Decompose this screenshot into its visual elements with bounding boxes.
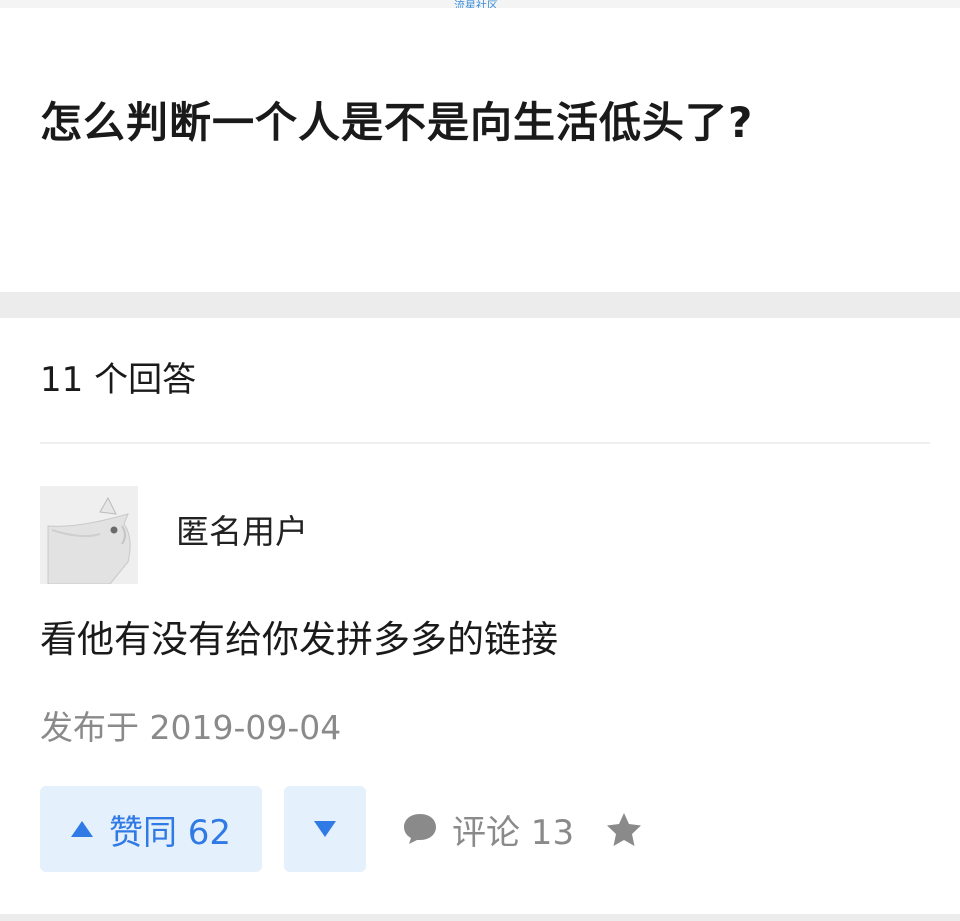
avatar[interactable] xyxy=(40,486,138,584)
answer-content: 看他有没有给你发拼多多的链接 xyxy=(40,618,558,661)
question-title: 怎么判断一个人是不是向生活低头了? xyxy=(40,98,754,147)
section-gap xyxy=(0,292,960,318)
answer-count: 11 个回答 xyxy=(40,360,197,400)
publish-date: 发布于 2019-09-04 xyxy=(40,708,342,747)
downvote-button[interactable] xyxy=(284,786,366,872)
anonymous-avatar-icon xyxy=(40,486,138,584)
answers-card: 11 个回答 匿名用户 看他有没有给你发拼多多的链接 发布于 2019-09-0… xyxy=(0,318,960,914)
comment-label: 评论 13 xyxy=(452,812,575,853)
question-card: 怎么判断一个人是不是向生活低头了? xyxy=(0,8,960,292)
triangle-down-icon xyxy=(314,821,336,837)
speech-bubble-icon xyxy=(404,814,436,844)
author-name[interactable]: 匿名用户 xyxy=(176,510,308,554)
favorite-button[interactable] xyxy=(604,810,644,850)
triangle-up-icon xyxy=(70,821,93,837)
comment-button[interactable]: 评论 13 xyxy=(402,804,574,854)
upvote-button[interactable]: 赞同 62 xyxy=(40,786,262,872)
bottom-gap xyxy=(0,914,960,921)
star-icon xyxy=(607,813,641,846)
upvote-label: 赞同 62 xyxy=(108,812,232,853)
divider xyxy=(40,442,930,444)
